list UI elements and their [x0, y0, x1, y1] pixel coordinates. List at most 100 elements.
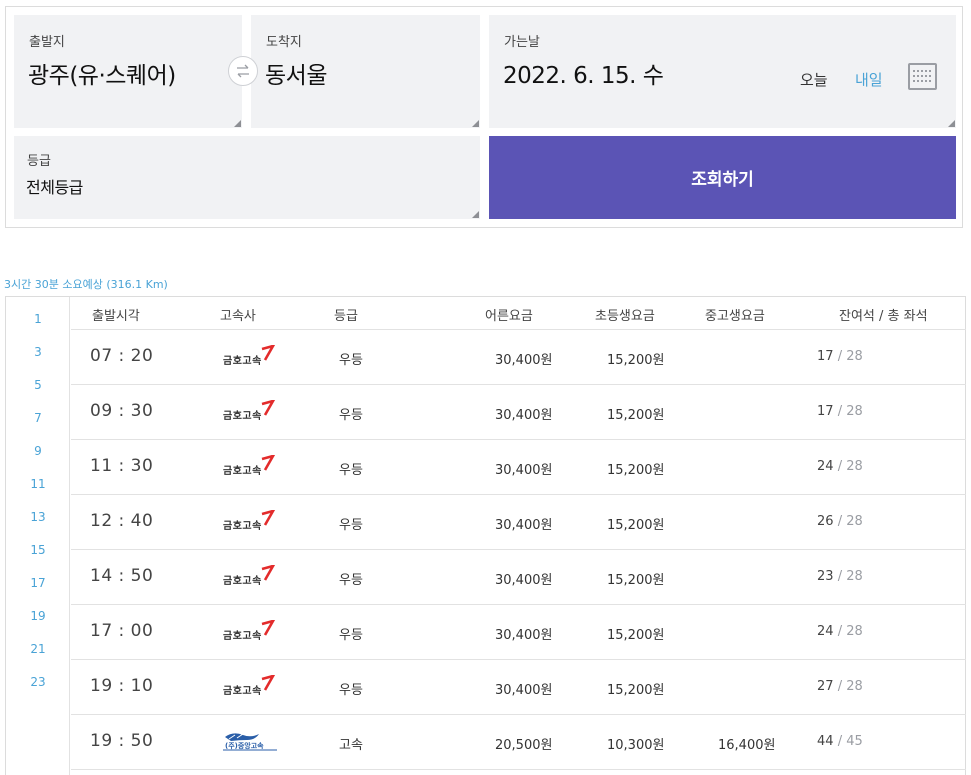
kumho-logo: 금호고속 — [221, 620, 281, 642]
kumho-logo: 금호고속 — [221, 400, 281, 422]
remaining-seats: 23 — [817, 569, 834, 584]
hour-filter-item[interactable]: 21 — [6, 642, 70, 656]
hour-filter-item[interactable]: 17 — [6, 576, 70, 590]
hour-filter-item[interactable]: 3 — [6, 345, 70, 359]
seat-availability: 24 / 28 — [817, 459, 863, 474]
table-row[interactable]: 14 : 50 금호고속 우등 30,400원 15,200원 23 / 28 — [71, 550, 966, 605]
table-row[interactable]: 11 : 30 금호고속 우등 30,400원 15,200원 24 / 28 — [71, 440, 966, 495]
kumho-logo: 금호고속 — [221, 565, 281, 587]
arrival-label: 도착지 — [266, 35, 302, 50]
total-seats: / 28 — [837, 349, 863, 364]
kumho-logo: 금호고속 — [221, 345, 281, 367]
table-row[interactable]: 17 : 00 금호고속 우등 30,400원 15,200원 24 / 28 — [71, 605, 966, 660]
header-time: 출발시각 — [92, 309, 140, 324]
total-seats: / 28 — [837, 624, 863, 639]
total-seats: / 28 — [837, 679, 863, 694]
company-logo-text: 금호고속 — [223, 411, 262, 422]
header-child: 초등생요금 — [595, 309, 655, 324]
total-seats: / 28 — [837, 459, 863, 474]
search-button[interactable]: 조회하기 — [489, 136, 956, 219]
header-seats: 잔여석 / 총 좌석 — [839, 309, 928, 324]
company-logo-text: 금호고속 — [223, 356, 262, 367]
kumho-logo: 금호고속 — [221, 510, 281, 532]
company-logo-text: 금호고속 — [223, 521, 262, 532]
swap-arrows-icon-svg — [237, 64, 249, 78]
hour-filter-item[interactable]: 23 — [6, 675, 70, 689]
table-row[interactable]: 19 : 10 금호고속 우등 30,400원 15,200원 27 / 28 — [71, 660, 966, 715]
jungang-logo: (주)중앙고속 — [221, 731, 279, 753]
remaining-seats: 17 — [817, 349, 834, 364]
table-row[interactable]: 07 : 20 금호고속 우등 30,400원 15,200원 17 / 28 — [71, 330, 966, 385]
corner-triangle-icon — [234, 120, 241, 127]
departure-label: 출발지 — [29, 35, 65, 50]
arrival-value: 동서울 — [265, 63, 327, 89]
header-company: 고속사 — [220, 309, 256, 324]
grade-label: 등급 — [27, 154, 51, 169]
bus-grade: 우등 — [339, 518, 363, 533]
kumho-logo: 금호고속 — [221, 455, 281, 477]
bus-grade: 우등 — [339, 353, 363, 368]
schedule-table: 출발시각 고속사 등급 어른요금 초등생요금 중고생요금 잔여석 / 총 좌석 … — [71, 297, 966, 770]
departure-time: 09 : 30 — [90, 401, 154, 421]
kumho-arrow-icon — [261, 345, 275, 361]
seat-availability: 27 / 28 — [817, 679, 863, 694]
table-body: 07 : 20 금호고속 우등 30,400원 15,200원 17 / 28 … — [71, 330, 966, 770]
adult-fare: 30,400원 — [495, 518, 553, 533]
company-logo-text: 금호고속 — [223, 686, 262, 697]
child-fare: 10,300원 — [607, 738, 665, 753]
corner-triangle-icon — [948, 120, 955, 127]
hour-filter-item[interactable]: 7 — [6, 411, 70, 425]
remaining-seats: 17 — [817, 404, 834, 419]
kumho-logo: 금호고속 — [221, 675, 281, 697]
departure-time: 14 : 50 — [90, 566, 154, 586]
hour-filter-item[interactable]: 13 — [6, 510, 70, 524]
departure-time: 17 : 00 — [90, 621, 154, 641]
header-student: 중고생요금 — [705, 309, 765, 324]
today-button[interactable]: 오늘 — [800, 69, 828, 90]
tomorrow-button[interactable]: 내일 — [855, 69, 883, 90]
date-value: 2022. 6. 15. 수 — [503, 63, 664, 89]
departure-time: 19 : 50 — [90, 731, 154, 751]
seat-availability: 44 / 45 — [817, 734, 863, 749]
table-row[interactable]: 09 : 30 금호고속 우등 30,400원 15,200원 17 / 28 — [71, 385, 966, 440]
child-fare: 15,200원 — [607, 628, 665, 643]
departure-time: 11 : 30 — [90, 456, 154, 476]
kumho-arrow-icon — [261, 565, 275, 581]
company-logo-text: 금호고속 — [223, 631, 262, 642]
company-logo-text: (주)중앙고속 — [225, 742, 264, 750]
remaining-seats: 24 — [817, 459, 834, 474]
departure-field[interactable]: 출발지 광주(유·스퀘어) — [14, 15, 242, 128]
grade-field[interactable]: 등급 전체등급 — [14, 136, 480, 219]
total-seats: / 28 — [837, 404, 863, 419]
child-fare: 15,200원 — [607, 518, 665, 533]
corner-triangle-icon — [472, 211, 479, 218]
student-fare: 16,400원 — [718, 738, 776, 753]
arrival-field[interactable]: 도착지 동서울 — [251, 15, 480, 128]
seat-availability: 17 / 28 — [817, 349, 863, 364]
kumho-arrow-icon — [261, 620, 275, 636]
swap-arrows-icon[interactable] — [228, 56, 258, 86]
table-row[interactable]: 12 : 40 금호고속 우등 30,400원 15,200원 26 / 28 — [71, 495, 966, 550]
hour-filter-item[interactable]: 1 — [6, 312, 70, 326]
hour-filter-item[interactable]: 9 — [6, 444, 70, 458]
adult-fare: 20,500원 — [495, 738, 553, 753]
hour-filter-item[interactable]: 15 — [6, 543, 70, 557]
bus-grade: 우등 — [339, 628, 363, 643]
date-field[interactable]: 가는날 2022. 6. 15. 수 오늘 내일 — [489, 15, 956, 128]
calendar-icon[interactable] — [908, 63, 937, 90]
child-fare: 15,200원 — [607, 683, 665, 698]
hour-filter-item[interactable]: 5 — [6, 378, 70, 392]
kumho-arrow-icon — [261, 675, 275, 691]
remaining-seats: 24 — [817, 624, 834, 639]
table-row[interactable]: 19 : 50 (주)중앙고속 고속 20,500원 10,300원 16,40… — [71, 715, 966, 770]
header-adult: 어른요금 — [485, 309, 533, 324]
remaining-seats: 44 — [817, 734, 834, 749]
hour-filter-item[interactable]: 19 — [6, 609, 70, 623]
bus-grade: 고속 — [339, 738, 363, 753]
results-panel: 1 3 5 7 9 11 13 15 17 19 21 23 출발시각 고속사 등급 어른요금 초등생… — [5, 296, 966, 775]
departure-value: 광주(유·스퀘어) — [28, 63, 176, 89]
kumho-arrow-icon — [261, 400, 275, 416]
hour-filter-item[interactable]: 11 — [6, 477, 70, 491]
seat-availability: 26 / 28 — [817, 514, 863, 529]
company-logo-text: 금호고속 — [223, 576, 262, 587]
